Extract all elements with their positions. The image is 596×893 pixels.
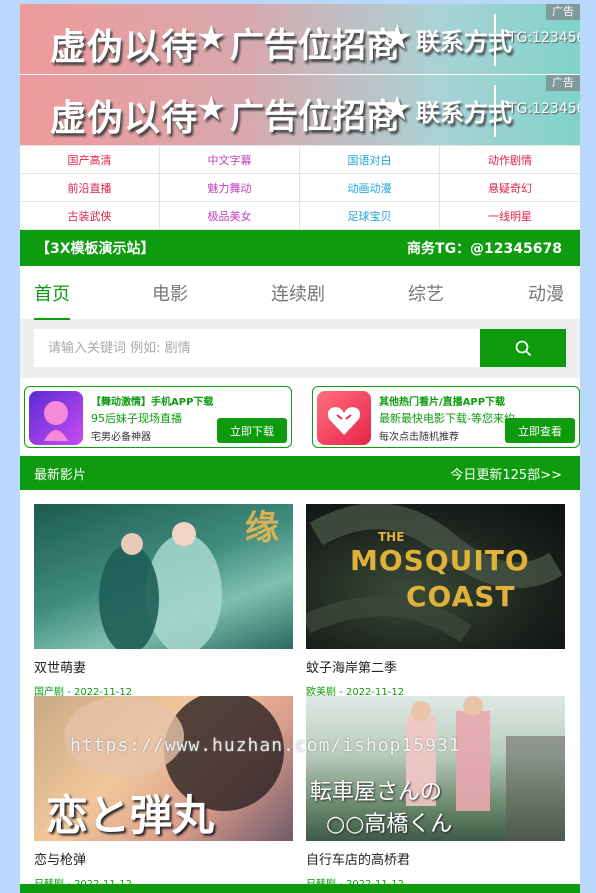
app-promo-card[interactable]: 【舞动激情】手机APP下载 95后妹子现场直播 宅男必备神器 立即下载 (24, 386, 292, 448)
category-link[interactable]: 悬疑奇幻 (440, 174, 580, 202)
tab-movies[interactable]: 电影 (152, 280, 188, 306)
ad-banner[interactable]: 虚伪以待 ★ 广告位招商 ★ 联系方式 TG:123456 广告 (20, 75, 580, 145)
poster-title-text: MOSQUITO (350, 544, 530, 577)
banner-contact-label: 联系方式 (416, 99, 512, 127)
ad-banner[interactable]: 虚伪以待 ★ 广告位招商 ★ 联系方式 TG:123456 广告 (20, 4, 580, 74)
tab-anime[interactable]: 动漫 (528, 280, 564, 306)
promo-title: 【舞动激情】手机APP下载 (91, 397, 214, 408)
poster-title-text: 恋と弾丸 (46, 791, 215, 840)
promo-title: 其他热门看片/直播APP下载 (379, 397, 506, 408)
movie-poster[interactable]: 恋と弾丸 (34, 696, 293, 841)
download-button[interactable]: 立即下载 (217, 418, 287, 443)
ad-tag: 广告 (546, 4, 580, 20)
movie-title[interactable]: 蚊子海岸第二季 (306, 657, 565, 676)
category-link[interactable]: 极品美女 (160, 202, 300, 230)
banner-contact-label: 联系方式 (416, 28, 512, 56)
category-link[interactable]: 前沿直播 (20, 174, 160, 202)
movie-poster[interactable]: 缘 (34, 504, 293, 649)
category-link[interactable]: 中文字幕 (160, 146, 300, 174)
ad-tag: 广告 (546, 75, 580, 91)
promo-desc: 每次点击随机推荐 (379, 432, 459, 443)
movie-card[interactable]: 恋と弾丸 恋与枪弹 日韩剧 - 2022-11-12 (34, 696, 293, 890)
site-header-bar: 【3X模板演示站】 商务TG：@12345678 (20, 230, 580, 266)
movie-title[interactable]: 双世萌妻 (34, 657, 293, 676)
banner-divider (494, 85, 496, 137)
movie-title[interactable]: 自行车店的高桥君 (306, 849, 565, 868)
poster-title-text: COAST (406, 580, 516, 613)
category-link[interactable]: 一线明星 (440, 202, 580, 230)
view-button[interactable]: 立即查看 (505, 418, 575, 443)
search-button[interactable] (480, 329, 566, 367)
movie-card[interactable]: THE MOSQUITO COAST 蚊子海岸第二季 欧美剧 - 2022-11… (306, 504, 565, 698)
poster-title-text: ○○高橋くん (326, 812, 453, 837)
watermark-text: https://www.huzhan.com/ishop15931 (70, 735, 461, 756)
poster-title-text: THE (378, 530, 405, 544)
page-container: 虚伪以待 ★ 广告位招商 ★ 联系方式 TG:123456 广告 虚伪以待 ★ … (20, 4, 580, 893)
category-link[interactable]: 动作剧情 (440, 146, 580, 174)
star-icon: ★ (382, 89, 413, 129)
promo-subtitle: 95后妹子现场直播 (91, 412, 182, 425)
category-link[interactable]: 动画动漫 (300, 174, 440, 202)
poster-title-text: 転車屋さんの (310, 780, 443, 805)
star-icon: ★ (196, 89, 227, 129)
movie-grid: 缘 双世萌妻 国产剧 - 2022-11-12 THE MOSQUITO COA… (20, 490, 580, 890)
star-icon: ★ (382, 18, 413, 58)
app-promo-card[interactable]: 其他热门看片/直播APP下载 最新最快电影下载-等您来约 每次点击随机推荐 立即… (312, 386, 580, 448)
search-icon (515, 340, 531, 356)
banner-tg: TG:123456 (508, 101, 580, 117)
poster-title-text: 缘 (245, 508, 279, 548)
site-title[interactable]: 【3X模板演示站】 (36, 238, 155, 258)
dance-app-logo-icon (29, 391, 83, 445)
category-link[interactable]: 足球宝贝 (300, 202, 440, 230)
movie-title[interactable]: 恋与枪弹 (34, 849, 293, 868)
star-icon: ★ (196, 18, 227, 58)
promo-subtitle: 最新最快电影下载-等您来约 (379, 412, 515, 425)
tab-home[interactable]: 首页 (34, 280, 70, 320)
nav-tabs: 首页 电影 连续剧 综艺 动漫 (20, 266, 580, 320)
banner-tg: TG:123456 (508, 30, 580, 46)
more-link[interactable]: 今日更新125部>> (450, 464, 562, 483)
category-link[interactable]: 魅力舞动 (160, 174, 300, 202)
business-contact: 商务TG：@12345678 (407, 241, 562, 257)
banner-slogan: 虚伪以待 (50, 27, 199, 68)
category-grid: 国产高清 中文字幕 国语对白 动作剧情前沿直播 魅力舞动 动画动漫 悬疑奇幻古装武侠 极品美女… (20, 145, 580, 230)
promo-desc: 宅男必备神器 (91, 432, 151, 443)
banner-divider (494, 14, 496, 66)
banner-ad-text: 广告位招商 (230, 97, 400, 137)
movie-poster[interactable]: 転車屋さんの ○○高橋くん (306, 696, 565, 841)
search-input[interactable] (34, 329, 480, 367)
category-link[interactable]: 国语对白 (300, 146, 440, 174)
search-bar (20, 320, 580, 378)
app-promos: 【舞动激情】手机APP下载 95后妹子现场直播 宅男必备神器 立即下载 其他热门… (20, 378, 580, 448)
tab-variety[interactable]: 综艺 (408, 280, 444, 306)
footer-strip (20, 884, 580, 893)
movie-card[interactable]: 缘 双世萌妻 国产剧 - 2022-11-12 (34, 504, 293, 698)
fox-app-logo-icon (317, 391, 371, 445)
movie-poster[interactable]: THE MOSQUITO COAST (306, 504, 565, 649)
category-link[interactable]: 古装武侠 (20, 202, 160, 230)
banner-slogan: 虚伪以待 (50, 98, 199, 139)
category-link[interactable]: 国产高清 (20, 146, 160, 174)
tab-series[interactable]: 连续剧 (271, 280, 325, 306)
section-title: 最新影片 (34, 467, 87, 483)
section-header: 最新影片 今日更新125部>> (20, 456, 580, 490)
movie-card[interactable]: 転車屋さんの ○○高橋くん 自行车店的高桥君 日韩剧 - 2022-11-12 (306, 696, 565, 890)
banner-ad-text: 广告位招商 (230, 26, 400, 66)
